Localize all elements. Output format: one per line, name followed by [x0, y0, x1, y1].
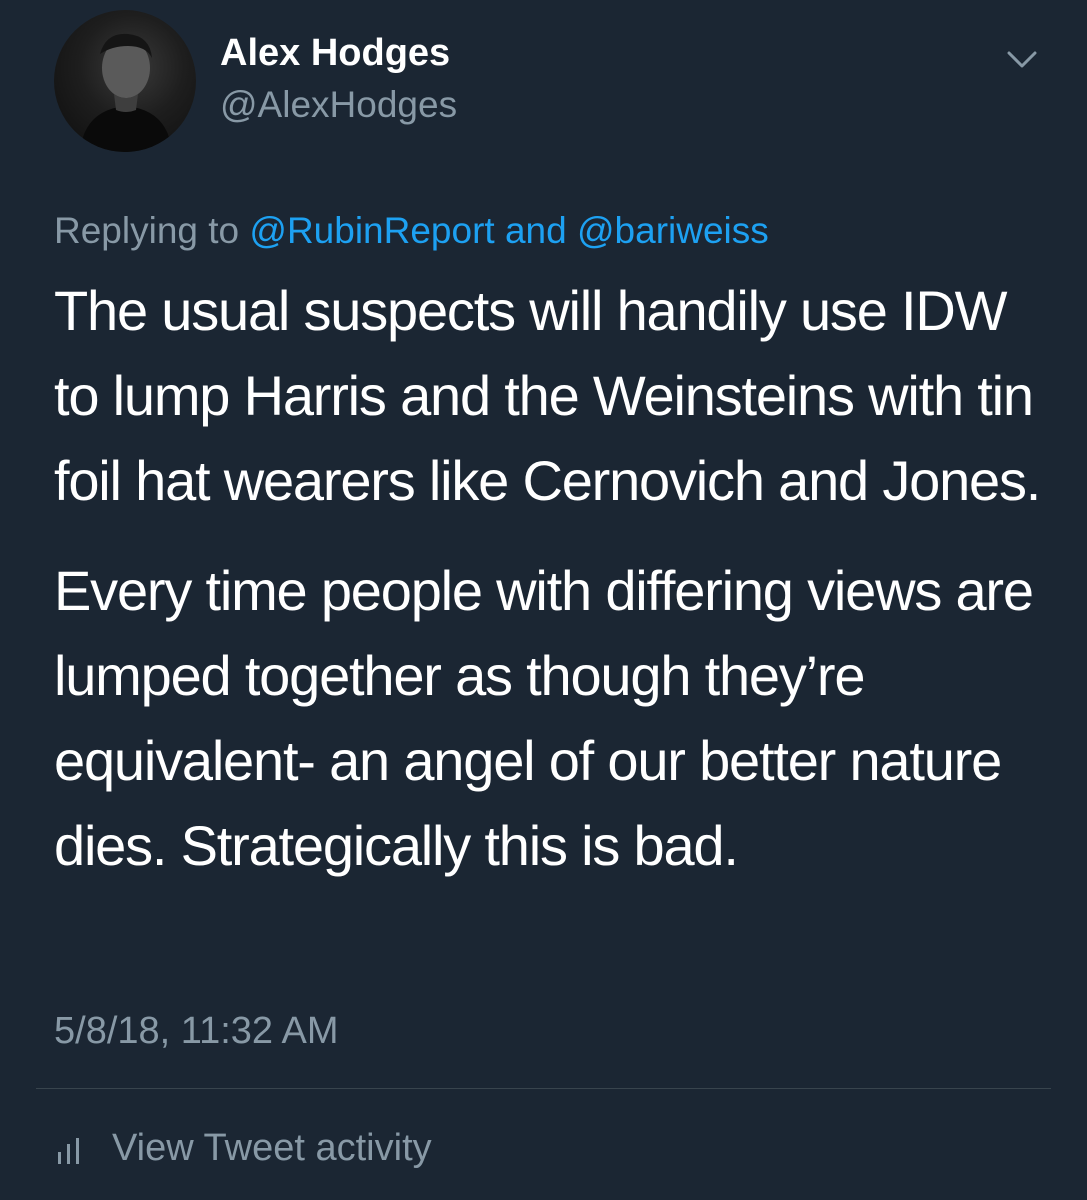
divider — [36, 1088, 1051, 1089]
profile-photo — [80, 33, 172, 152]
mention-bariweiss[interactable]: @bariweiss — [577, 210, 769, 251]
author-name[interactable]: Alex Hodges — [220, 30, 450, 76]
tweet-paragraph: The usual suspects will handily use IDW … — [54, 279, 1041, 512]
view-tweet-activity-label: View Tweet activity — [112, 1126, 432, 1169]
tweet-timestamp: 5/8/18, 11:32 AM — [54, 1010, 339, 1052]
avatar[interactable] — [54, 10, 196, 152]
replying-to: Replying to @RubinReport and @bariweiss — [54, 206, 769, 256]
replying-to-prefix: Replying to — [54, 210, 250, 251]
tweet-text: The usual suspects will handily use IDW … — [54, 268, 1054, 888]
view-tweet-activity-button[interactable]: View Tweet activity — [54, 1122, 432, 1174]
replying-to-joiner[interactable]: and — [495, 210, 577, 251]
mention-rubinreport[interactable]: @RubinReport — [249, 210, 494, 251]
tweet-paragraph: Every time people with differing views a… — [54, 559, 1034, 877]
chevron-down-icon[interactable] — [1004, 44, 1040, 74]
bar-chart-icon — [58, 1138, 79, 1164]
author-handle[interactable]: @AlexHodges — [220, 82, 457, 128]
